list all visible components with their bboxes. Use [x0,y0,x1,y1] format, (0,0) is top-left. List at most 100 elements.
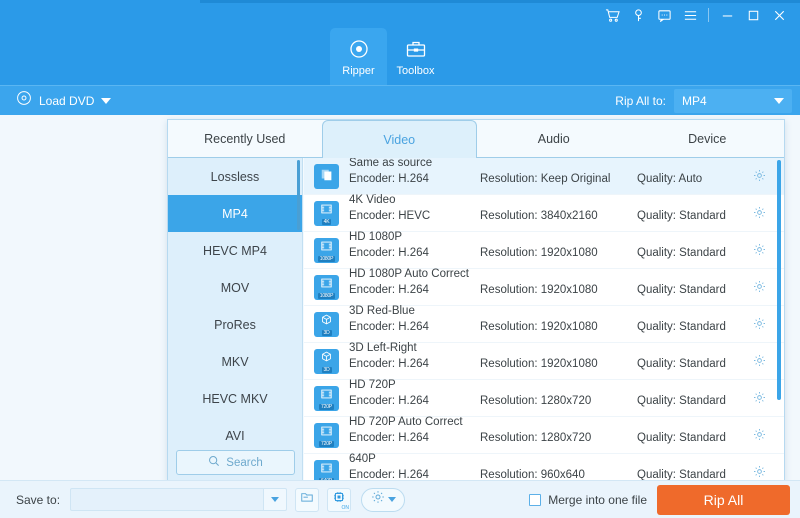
tab-video[interactable]: Video [321,120,477,159]
gear-icon[interactable] [753,169,766,187]
preset-title: HD 1080P [349,231,403,243]
bottom-bar: Save to: ON Merge into one file Rip All [0,480,800,518]
gear-icon[interactable] [753,206,766,224]
copy-icon [314,164,339,189]
preset-badge: 1080P [317,256,336,262]
chevron-down-icon[interactable] [101,97,112,104]
profile-category-tabs: Recently Used Video Audio Device [168,120,785,159]
tab-device[interactable]: Device [631,120,785,158]
film-glyph [321,461,332,477]
preset-badge: 720P [319,404,334,410]
sidebar-item-mp4[interactable]: MP4 [168,195,302,232]
main-nav-tabs: Ripper Toolbox [330,28,444,85]
preset-list: Same as source Encoder: H.264 Resolution… [304,158,784,482]
table-row[interactable]: 4K 4K Video Encoder: HEVC Resolution: 38… [304,194,784,232]
chevron-down-icon [271,497,280,502]
table-row[interactable]: 640P 640P Encoder: H.264 Resolution: 960… [304,453,784,482]
sidebar-item-avi[interactable]: AVI [168,417,302,454]
window-controls [599,0,792,30]
preset-badge: 1080P [317,293,336,299]
sidebar-item-prores[interactable]: ProRes [168,306,302,343]
preset-encoder: Encoder: H.264 [349,432,429,444]
preset-list-scrollbar[interactable] [777,160,781,400]
sidebar-item-hevc-mp4[interactable]: HEVC MP4 [168,232,302,269]
preset-resolution: Resolution: 1280x720 [480,432,592,444]
sidebar-item-hevc-mkv[interactable]: HEVC MKV [168,380,302,417]
preset-encoder: Encoder: H.264 [349,173,429,185]
nav-tab-toolbox-label: Toolbox [396,65,435,77]
menu-icon[interactable] [677,2,703,28]
sidebar-item-mov[interactable]: MOV [168,269,302,306]
preset-quality: Quality: Standard [637,247,726,259]
film-icon: 1080P [314,275,339,300]
table-row[interactable]: 3D 3D Red-Blue Encoder: H.264 Resolution… [304,305,784,343]
key-icon[interactable] [625,2,651,28]
format-sidebar: Lossless MP4 HEVC MP4 MOV ProRes MKV HEV… [168,158,303,482]
preset-resolution: Resolution: 1920x1080 [480,247,598,259]
chevron-down-icon [774,98,784,104]
preset-resolution: Resolution: Keep Original [480,173,611,185]
sidebar-item-lossless[interactable]: Lossless [168,158,302,195]
cube-glyph [321,313,332,329]
settings-button[interactable] [361,487,406,512]
preset-resolution: Resolution: 1280x720 [480,395,592,407]
toolbox-icon [404,36,428,62]
cart-icon[interactable] [599,2,625,28]
cube-glyph [321,350,332,366]
preset-resolution: Resolution: 1920x1080 [480,358,598,370]
action-toolbar: Load DVD Rip All to: MP4 [0,85,800,115]
preset-quality: Quality: Standard [637,284,726,296]
preset-title: 4K Video [349,194,396,206]
gear-icon[interactable] [753,280,766,298]
save-to-input[interactable] [70,488,264,511]
gear-icon[interactable] [753,428,766,446]
table-row[interactable]: 720P HD 720P Encoder: H.264 Resolution: … [304,379,784,417]
window-controls-divider [708,8,709,22]
checkbox-box [529,493,542,506]
preset-quality: Quality: Standard [637,395,726,407]
maximize-icon[interactable] [740,2,766,28]
merge-into-one-file-checkbox[interactable]: Merge into one file [529,493,647,507]
open-folder-button[interactable] [295,487,320,512]
save-to-dropdown-button[interactable] [263,488,288,511]
preset-resolution: Resolution: 1920x1080 [480,321,598,333]
rip-all-button[interactable]: Rip All [657,484,790,515]
film-icon: 720P [314,386,339,411]
preset-badge: 4K [321,219,332,225]
gear-icon[interactable] [753,317,766,335]
rip-all-to-select[interactable]: MP4 [674,89,792,113]
minimize-icon[interactable] [714,2,740,28]
preset-title: HD 720P Auto Correct [349,416,463,428]
load-dvd-label: Load DVD [39,93,95,108]
preset-quality: Quality: Auto [637,173,703,185]
preset-badge: 3D [321,330,332,336]
search-input[interactable]: Search [176,450,295,475]
gear-icon [371,490,385,509]
format-sidebar-scrollbar[interactable] [297,160,300,230]
nav-tab-ripper[interactable]: Ripper [330,28,387,85]
table-row[interactable]: 720P HD 720P Auto Correct Encoder: H.264… [304,416,784,454]
close-icon[interactable] [766,2,792,28]
disc-icon [16,90,32,111]
film-icon: 640P [314,460,339,482]
table-row[interactable]: Same as source Encoder: H.264 Resolution… [304,158,784,195]
table-row[interactable]: 1080P HD 1080P Auto Correct Encoder: H.2… [304,268,784,306]
preset-encoder: Encoder: H.264 [349,321,429,333]
rip-all-to-value: MP4 [682,94,707,108]
film-glyph [321,276,332,292]
nav-tab-toolbox[interactable]: Toolbox [387,28,444,85]
gear-icon[interactable] [753,243,766,261]
cube-icon: 3D [314,312,339,337]
gear-icon[interactable] [753,354,766,372]
folder-icon [300,490,314,509]
gpu-acceleration-button[interactable]: ON [327,487,352,512]
sidebar-item-mkv[interactable]: MKV [168,343,302,380]
preset-quality: Quality: Standard [637,321,726,333]
tab-audio[interactable]: Audio [477,120,631,158]
tab-recently-used[interactable]: Recently Used [168,120,322,158]
gear-icon[interactable] [753,391,766,409]
load-dvd-button[interactable]: Load DVD [16,90,112,111]
feedback-icon[interactable] [651,2,677,28]
table-row[interactable]: 1080P HD 1080P Encoder: H.264 Resolution… [304,231,784,269]
table-row[interactable]: 3D 3D Left-Right Encoder: H.264 Resoluti… [304,342,784,380]
